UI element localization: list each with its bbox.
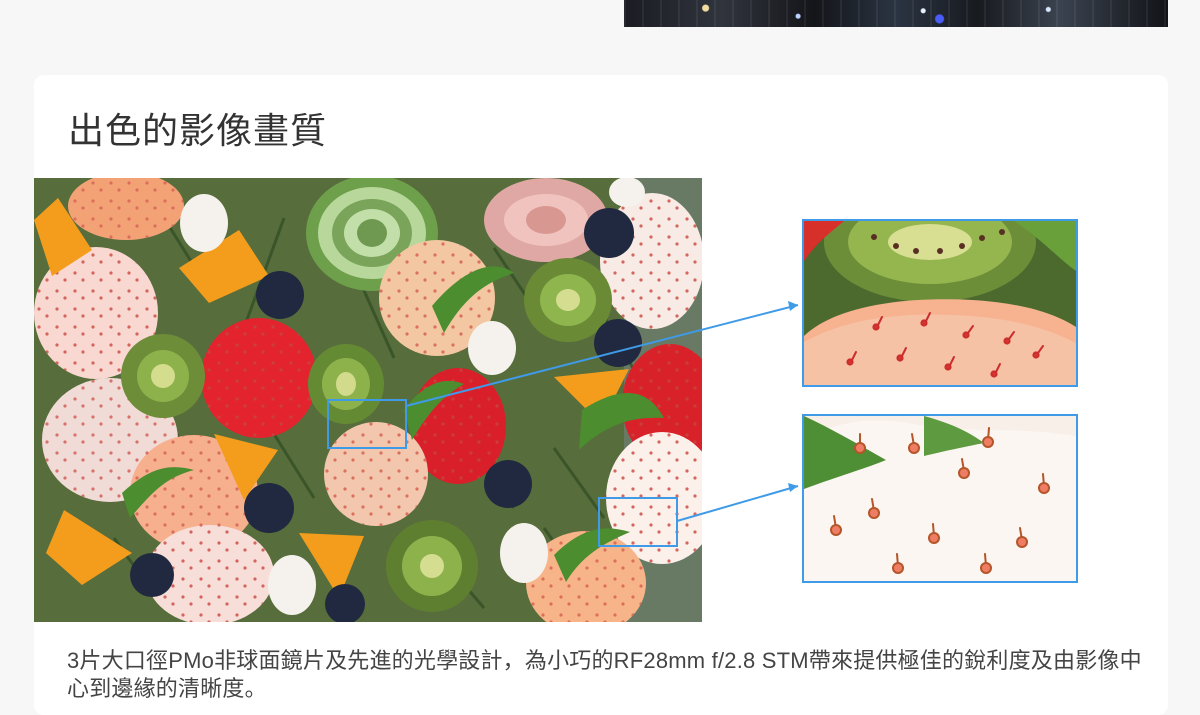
section-title: 出色的影像畫質 <box>68 110 328 151</box>
section-description: 3片大口徑PMo非球面鏡片及先進的光學設計，為小巧的RF28mm f/2.8 S… <box>67 648 1142 701</box>
white-strawberry-closeup <box>802 414 1078 583</box>
city-night-photo <box>624 0 1168 27</box>
image-quality-section: 出色的影像畫質 3片大口徑PMo非球面鏡片及先進的光學設計，為小巧的RF28mm… <box>34 75 1168 715</box>
strawberry-kiwi-closeup <box>802 219 1078 387</box>
fruit-salad-photo <box>34 178 702 622</box>
